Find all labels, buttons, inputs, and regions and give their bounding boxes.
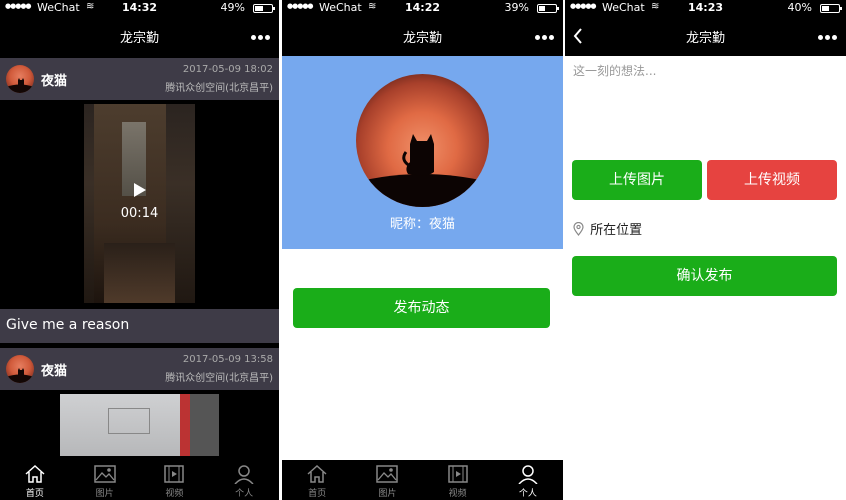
location-label: 所在位置 bbox=[590, 223, 643, 238]
post-location: 腾讯众创空间(北京昌平) bbox=[165, 83, 273, 94]
person-icon bbox=[234, 465, 254, 484]
location-pin-icon bbox=[573, 221, 584, 236]
tab-home[interactable]: 首页 bbox=[0, 460, 70, 500]
tab-videos[interactable]: 视频 bbox=[140, 460, 210, 500]
post-date: 2017-05-09 13:58 bbox=[182, 354, 273, 365]
home-icon bbox=[25, 464, 45, 483]
upload-image-button[interactable]: 上传图片 bbox=[572, 160, 702, 200]
play-icon[interactable] bbox=[134, 183, 146, 197]
post-nickname[interactable]: 夜猫 bbox=[41, 70, 67, 89]
thought-input[interactable]: 这一刻的想法... bbox=[573, 62, 838, 142]
avatar[interactable] bbox=[6, 355, 34, 383]
profile-nickname: 昵称：夜猫 bbox=[389, 217, 455, 232]
compose-screen: ●●●●● WeChat ≋ 14:23 40% 龙宗勤 这一刻的想法... 上… bbox=[565, 0, 846, 500]
nav-bar: 龙宗勤 bbox=[565, 16, 846, 56]
tab-profile[interactable]: 个人 bbox=[493, 460, 563, 500]
tab-images[interactable]: 图片 bbox=[352, 460, 422, 500]
nav-bar: 龙宗勤 bbox=[282, 16, 563, 56]
home-icon bbox=[307, 464, 327, 483]
status-bar: ●●●●● WeChat ≋ 14:22 39% bbox=[282, 0, 563, 16]
page-title: 龙宗勤 bbox=[685, 31, 725, 46]
upload-video-button[interactable]: 上传视频 bbox=[707, 160, 837, 200]
page-title: 龙宗勤 bbox=[402, 31, 442, 46]
confirm-publish-button[interactable]: 确认发布 bbox=[572, 256, 837, 296]
avatar[interactable] bbox=[6, 65, 34, 93]
post-location: 腾讯众创空间(北京昌平) bbox=[165, 373, 273, 384]
video-duration: 00:14 bbox=[120, 206, 159, 221]
profile-header: 昵称：夜猫 bbox=[282, 56, 563, 249]
avatar[interactable] bbox=[356, 74, 489, 207]
status-bar: ●●●●● WeChat ≋ 14:23 40% bbox=[565, 0, 846, 16]
video-icon bbox=[447, 465, 468, 483]
video-icon bbox=[164, 465, 185, 483]
battery-icon bbox=[537, 4, 559, 13]
post-date: 2017-05-09 18:02 bbox=[182, 64, 273, 75]
image-icon bbox=[93, 465, 116, 483]
image-icon bbox=[376, 465, 399, 483]
more-icon[interactable] bbox=[251, 35, 271, 40]
more-icon[interactable] bbox=[818, 35, 838, 40]
location-picker[interactable]: 所在位置 bbox=[573, 219, 642, 238]
profile-screen: ●●●●● WeChat ≋ 14:22 39% 龙宗勤 昵称：夜猫 发布动态 … bbox=[282, 0, 563, 500]
page-title: 龙宗勤 bbox=[119, 31, 159, 46]
tab-bar: 首页 图片 视频 个人 bbox=[0, 460, 279, 500]
publish-post-button[interactable]: 发布动态 bbox=[293, 288, 550, 328]
battery-percent: 40% bbox=[787, 1, 812, 14]
post-image[interactable] bbox=[60, 394, 219, 456]
battery-icon bbox=[253, 4, 275, 13]
tab-profile[interactable]: 个人 bbox=[209, 460, 279, 500]
person-icon bbox=[518, 465, 538, 484]
nav-bar: 龙宗勤 bbox=[0, 16, 279, 56]
post-header: 夜猫 2017-05-09 13:58 腾讯众创空间(北京昌平) bbox=[0, 348, 279, 390]
status-bar: ●●●●● WeChat ≋ 14:32 49% bbox=[0, 0, 279, 16]
battery-icon bbox=[820, 4, 842, 13]
post-nickname[interactable]: 夜猫 bbox=[41, 360, 67, 379]
battery-percent: 49% bbox=[220, 1, 245, 14]
post-caption: Give me a reason bbox=[0, 309, 279, 343]
tab-images[interactable]: 图片 bbox=[70, 460, 140, 500]
tab-bar: 首页 图片 视频 个人 bbox=[282, 460, 563, 500]
post-video[interactable]: 00:14 bbox=[84, 104, 195, 303]
tab-home[interactable]: 首页 bbox=[282, 460, 352, 500]
feed-screen: ●●●●● WeChat ≋ 14:32 49% 龙宗勤 夜猫 2017-05-… bbox=[0, 0, 279, 500]
battery-percent: 39% bbox=[504, 1, 529, 14]
tab-videos[interactable]: 视频 bbox=[423, 460, 493, 500]
more-icon[interactable] bbox=[535, 35, 555, 40]
post-header: 夜猫 2017-05-09 18:02 腾讯众创空间(北京昌平) bbox=[0, 58, 279, 100]
